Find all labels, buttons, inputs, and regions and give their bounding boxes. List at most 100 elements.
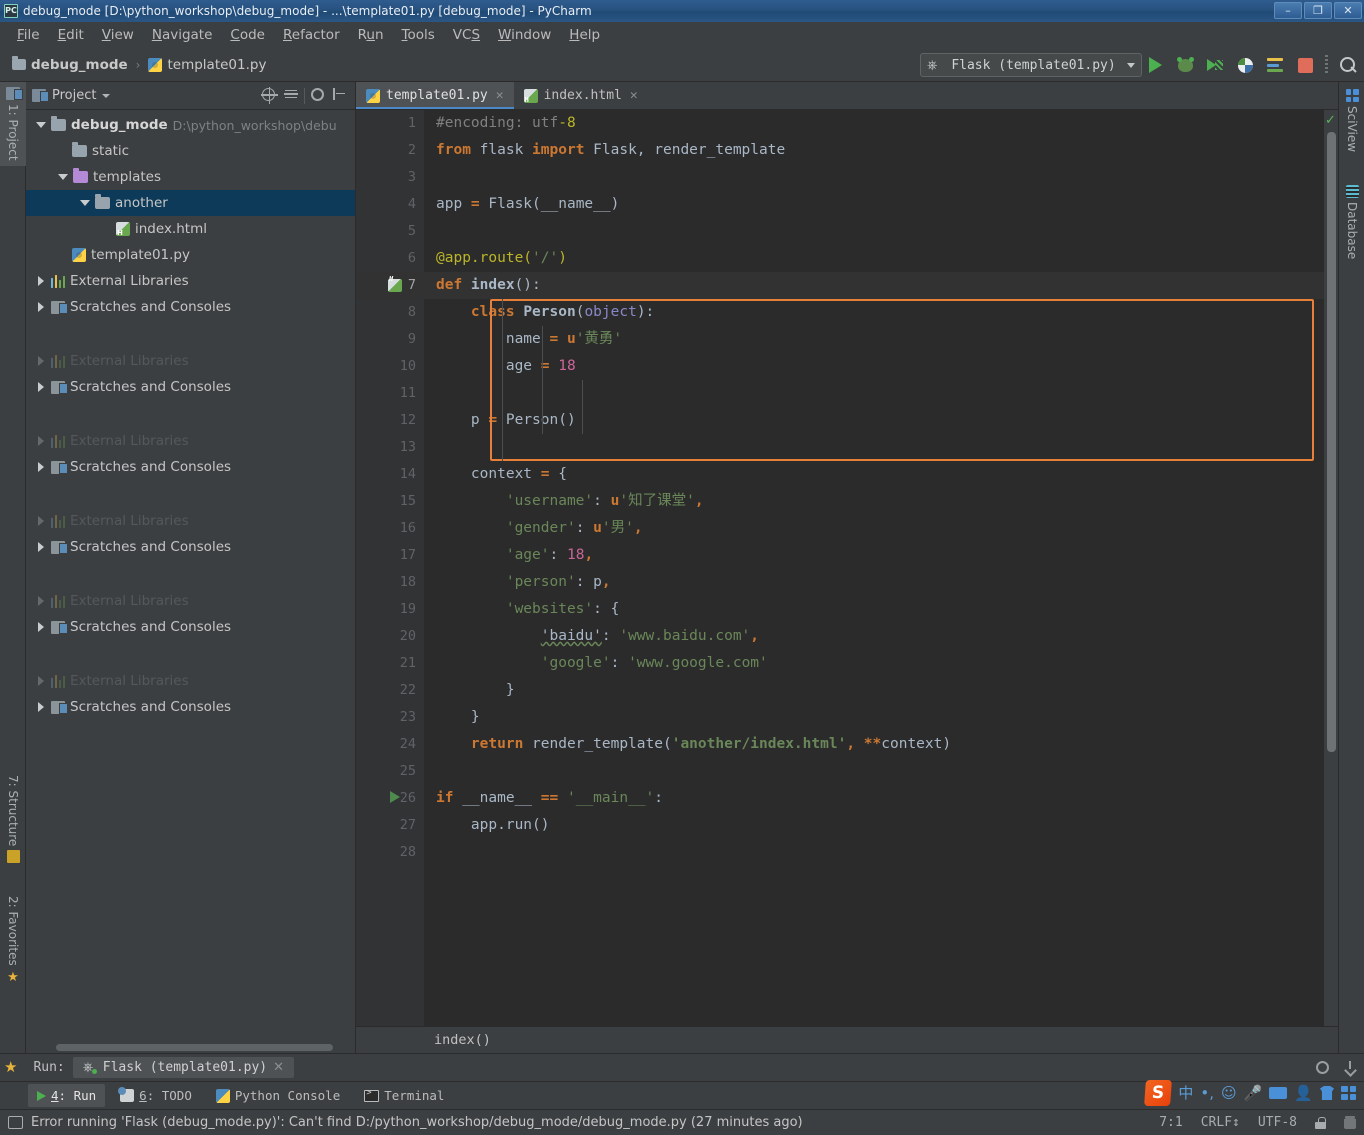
code-line[interactable]: app.run() <box>424 812 1324 839</box>
code-line[interactable]: #encoding: utf-8 <box>424 110 1324 137</box>
tree-row-scratches-artifact[interactable]: Scratches and Consoles <box>26 454 355 480</box>
code-line[interactable] <box>424 758 1324 785</box>
menu-item-help[interactable]: Help <box>560 24 609 46</box>
gutter-line-number[interactable]: 4 <box>356 191 424 218</box>
gutter-line-number[interactable]: 18 <box>356 569 424 596</box>
code-line[interactable]: p = Person() <box>424 407 1324 434</box>
file-encoding[interactable]: UTF-8 <box>1258 1115 1297 1130</box>
code-area[interactable]: #encoding: utf-8 from flask import Flask,… <box>424 110 1324 1026</box>
sidebar-item-structure[interactable]: 7: Structure <box>0 770 26 868</box>
status-message-icon[interactable] <box>8 1116 23 1129</box>
tree-row-scratches-artifact[interactable]: Scratches and Consoles <box>26 614 355 640</box>
tree-row-templates[interactable]: templates <box>26 164 355 190</box>
code-line[interactable]: age = 18 <box>424 353 1324 380</box>
gutter-line-number[interactable]: 14 <box>356 461 424 488</box>
menu-item-run[interactable]: Run <box>349 24 393 46</box>
code-line[interactable]: 'person': p, <box>424 569 1324 596</box>
collapse-all-icon[interactable] <box>284 89 298 102</box>
chevron-down-icon[interactable] <box>102 93 111 98</box>
search-everywhere-button[interactable] <box>1338 55 1358 75</box>
gutter-line-number[interactable]: 26 <box>356 785 424 812</box>
menu-item-refactor[interactable]: Refactor <box>274 24 349 46</box>
code-line[interactable]: app = Flask(__name__) <box>424 191 1324 218</box>
code-line[interactable]: class Person(object): <box>424 299 1324 326</box>
gutter-line-number[interactable]: 19 <box>356 596 424 623</box>
menu-item-code[interactable]: Code <box>221 24 274 46</box>
close-button[interactable]: ✕ <box>1334 2 1362 19</box>
profile-button[interactable] <box>1235 55 1255 75</box>
sogou-logo-icon[interactable]: S <box>1144 1080 1173 1106</box>
caret-position[interactable]: 7:1 <box>1159 1115 1182 1130</box>
expand-arrow-icon[interactable] <box>80 200 90 206</box>
gutter-line-number[interactable]: 5 <box>356 218 424 245</box>
sidebar-item-favorites[interactable]: 2: Favorites ★ <box>0 891 26 988</box>
code-line[interactable]: 'google': 'www.google.com' <box>424 650 1324 677</box>
expand-arrow-icon[interactable] <box>36 276 46 286</box>
tree-row-scratches-artifact[interactable]: Scratches and Consoles <box>26 374 355 400</box>
menu-item-view[interactable]: View <box>93 24 143 46</box>
emoji-icon[interactable]: ☺ <box>1221 1085 1237 1101</box>
debug-button[interactable] <box>1175 55 1195 75</box>
settings-gear-icon[interactable] <box>311 87 327 104</box>
gutter-line-number[interactable]: 20 <box>356 623 424 650</box>
gutter-line-number[interactable]: 23 <box>356 704 424 731</box>
code-line[interactable] <box>424 380 1324 407</box>
expand-arrow-icon[interactable] <box>36 702 46 712</box>
code-line[interactable] <box>424 434 1324 461</box>
menu-item-window[interactable]: Window <box>489 24 560 46</box>
settings-gear-icon[interactable] <box>1316 1061 1329 1074</box>
expand-arrow-icon[interactable] <box>36 622 46 632</box>
code-line[interactable]: context = { <box>424 461 1324 488</box>
code-line[interactable]: name = u'黄勇' <box>424 326 1324 353</box>
code-line[interactable]: 'username': u'知了课堂', <box>424 488 1324 515</box>
gutter-line-number[interactable]: 16 <box>356 515 424 542</box>
line-separator[interactable]: CRLF↕ <box>1201 1115 1240 1130</box>
gutter-line-number[interactable]: 13 <box>356 434 424 461</box>
export-icon[interactable] <box>1343 1061 1356 1074</box>
code-line[interactable]: } <box>424 704 1324 731</box>
tree-row-scratches-artifact[interactable]: Scratches and Consoles <box>26 694 355 720</box>
code-line[interactable]: 'baidu': 'www.baidu.com', <box>424 623 1324 650</box>
tree-row-static[interactable]: static <box>26 138 355 164</box>
run-button[interactable] <box>1145 55 1165 75</box>
code-line[interactable]: } <box>424 677 1324 704</box>
code-line[interactable] <box>424 839 1324 866</box>
tree-row-scratches[interactable]: Scratches and Consoles <box>26 294 355 320</box>
code-line[interactable]: 'age': 18, <box>424 542 1324 569</box>
run-console-button[interactable] <box>1265 55 1285 75</box>
keyboard-icon[interactable] <box>1269 1087 1288 1099</box>
editor-scrollbar[interactable]: ✓ <box>1324 110 1338 1026</box>
html-file-icon[interactable] <box>388 266 402 293</box>
code-line[interactable]: 'gender': u'男', <box>424 515 1324 542</box>
gutter-line-number[interactable]: 7 <box>356 266 424 299</box>
menu-item-file[interactable]: FFileile <box>8 24 49 46</box>
minimize-button[interactable]: – <box>1274 2 1302 19</box>
gutter-line-number[interactable]: 27 <box>356 812 424 839</box>
sidebar-item-project[interactable]: 1: Project <box>0 82 26 166</box>
locate-icon[interactable] <box>261 86 278 104</box>
gutter-line-number[interactable]: 28 <box>356 839 424 866</box>
tree-row-template01-py[interactable]: template01.py <box>26 242 355 268</box>
code-line[interactable]: from flask import Flask, render_template <box>424 137 1324 164</box>
expand-arrow-icon[interactable] <box>36 542 46 552</box>
project-horizontal-scrollbar[interactable] <box>26 1042 355 1053</box>
gutter-line-number[interactable]: 2 <box>356 137 424 164</box>
apps-icon[interactable] <box>1341 1086 1356 1100</box>
gutter-line-number[interactable]: 8 <box>356 299 424 326</box>
sidebar-item-sciview[interactable]: SciView <box>1339 84 1364 157</box>
editor-gutter[interactable]: 1234567891011121314151617181920212223242… <box>356 110 424 1026</box>
code-line[interactable]: @app.route('/') <box>424 245 1324 272</box>
code-line[interactable]: return render_template('another/index.ht… <box>424 731 1324 758</box>
gutter-line-number[interactable]: 10 <box>356 353 424 380</box>
close-icon[interactable]: ✕ <box>273 1060 284 1075</box>
gutter-line-number[interactable]: 21 <box>356 650 424 677</box>
gutter-line-number[interactable]: 9 <box>356 326 424 353</box>
tree-row-scratches-artifact[interactable]: Scratches and Consoles <box>26 534 355 560</box>
tab-run[interactable]: 4: Run <box>28 1084 106 1107</box>
expand-arrow-icon[interactable] <box>36 122 46 128</box>
breadcrumb-file[interactable]: template01.py <box>142 55 272 75</box>
menu-item-navigate[interactable]: Navigate <box>143 24 222 46</box>
code-line[interactable] <box>424 218 1324 245</box>
gutter-line-number[interactable]: 25 <box>356 758 424 785</box>
gutter-line-number[interactable]: 24 <box>356 731 424 758</box>
